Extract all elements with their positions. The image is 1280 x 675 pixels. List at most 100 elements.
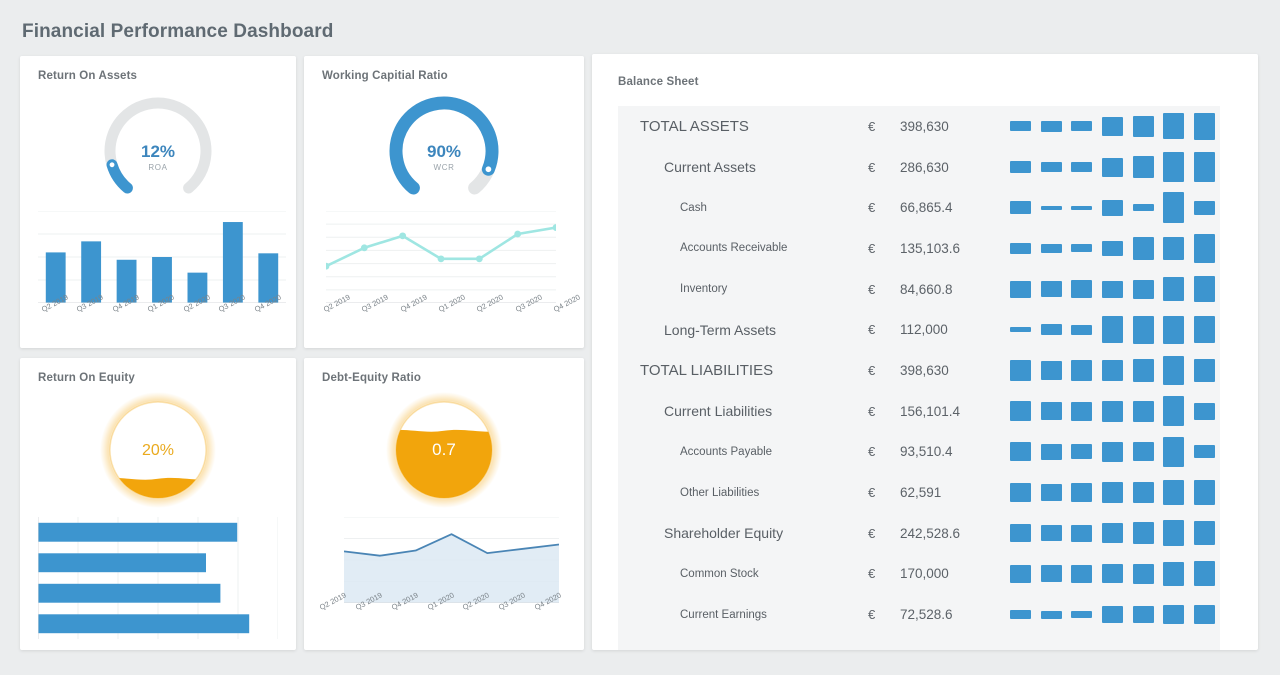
- balance-sheet-row[interactable]: Accounts Payable €93,510.4: [618, 432, 1220, 473]
- row-sparkline: [1010, 354, 1215, 386]
- sparkline-bar: [1132, 563, 1154, 585]
- hbar-chart-plot: [37, 517, 279, 644]
- sparkline-bar: [1040, 324, 1062, 336]
- balance-sheet-row-amount: 242,528.6: [900, 525, 961, 541]
- currency-symbol: €: [868, 444, 876, 460]
- sparkline-bar: [1071, 565, 1093, 583]
- sparkline-bar: [1101, 359, 1123, 382]
- sparkline-bar: [1010, 524, 1031, 543]
- sparkline-bar: [1163, 396, 1185, 427]
- sparkline-bar: [1101, 316, 1123, 344]
- sparkline-bar: [1071, 205, 1093, 210]
- currency-symbol: €: [868, 322, 876, 338]
- sparkline-bar: [1163, 605, 1185, 625]
- sparkline-bar: [1010, 201, 1031, 215]
- sparkline-bar: [1193, 233, 1215, 264]
- sparkline-bar: [1040, 610, 1062, 619]
- balance-sheet-row[interactable]: Accounts Receivable €135,103.6: [618, 228, 1220, 269]
- sparkline-bar: [1040, 401, 1062, 421]
- sparkline-bar: [1071, 161, 1093, 173]
- balance-sheet-row[interactable]: Inventory €84,660.8: [618, 269, 1220, 310]
- currency-symbol: €: [868, 566, 876, 582]
- balance-sheet-row[interactable]: Current Liabilities €156,101.4: [618, 391, 1220, 432]
- sparkline-bar: [1132, 522, 1154, 545]
- balance-sheet-row-label: Current Liabilities: [664, 403, 773, 420]
- sparkline-bar: [1071, 524, 1093, 542]
- sparkline-bar: [1040, 565, 1062, 583]
- currency-symbol: €: [868, 200, 876, 216]
- row-sparkline: [1010, 599, 1215, 631]
- row-sparkline: [1010, 151, 1215, 183]
- line-chart-plot: [322, 210, 560, 308]
- sparkline-bar: [1040, 120, 1062, 132]
- sparkline-bar: [1132, 204, 1154, 212]
- balance-sheet-row-amount: 135,103.6: [900, 240, 961, 256]
- sparkline-bar: [1010, 280, 1031, 298]
- balance-sheet-row-amount: 84,660.8: [900, 281, 953, 297]
- chart-wcr: Q2 2019 Q3 2019 Q4 2019 Q1 2020 Q2 2020 Q3 20…: [304, 208, 584, 348]
- balance-sheet-row[interactable]: Current Assets €286,630: [618, 147, 1220, 188]
- sparkline-bar: [1163, 519, 1185, 547]
- sparkline-bar: [1101, 441, 1123, 462]
- card-title-roa: Return On Assets: [38, 70, 138, 82]
- balance-sheet-row-amount: 62,591: [900, 485, 942, 501]
- sparkline-bar: [1163, 562, 1185, 586]
- balance-sheet-row[interactable]: Long-Term Assets €112,000: [618, 309, 1220, 350]
- chart-der: Q2 2019 Q3 2019 Q4 2019 Q1 2020 Q2 2020 Q3 20…: [304, 510, 584, 650]
- balance-sheet-row[interactable]: Common Stock €170,000: [618, 554, 1220, 595]
- sparkline-bar: [1163, 436, 1185, 468]
- balance-sheet-row[interactable]: Shareholder Equity €242,528.6: [618, 513, 1220, 554]
- currency-symbol: €: [868, 240, 876, 256]
- balance-sheet-row-label: Current Earnings: [680, 608, 767, 621]
- gauge-wcr-value: 90%: [426, 142, 462, 161]
- balance-sheet-row-label: Common Stock: [680, 567, 759, 580]
- sparkline-bar: [1010, 360, 1031, 381]
- balance-sheet-panel: Balance Sheet TOTAL ASSETS €398,630 Curren…: [592, 54, 1258, 650]
- balance-sheet-row[interactable]: Other Liabilities €62,591: [618, 472, 1220, 513]
- sparkline-bar: [1193, 316, 1215, 344]
- gauge-roa-value: 12%: [140, 142, 176, 161]
- card-title-der: Debt-Equity Ratio: [322, 372, 422, 384]
- row-sparkline: [1010, 517, 1215, 549]
- balance-sheet-row-label: TOTAL LIABILITIES: [640, 361, 774, 379]
- row-sparkline: [1010, 110, 1215, 142]
- sparkline-bar: [1132, 481, 1154, 504]
- x-axis-labels: Q2 2019 Q3 2019 Q4 2019 Q1 2020 Q2 2020 Q3 20…: [304, 590, 584, 638]
- dashboard-root: Financial Performance Dashboard Return O…: [0, 0, 1280, 675]
- balance-sheet-row[interactable]: TOTAL ASSETS €398,630: [618, 106, 1220, 147]
- currency-symbol: €: [868, 281, 876, 297]
- currency-symbol: €: [868, 525, 876, 541]
- card-return-on-assets[interactable]: Return On Assets 12% ROA Q2 2019 Q3 2019 Q…: [20, 56, 296, 348]
- balance-sheet-row-amount: 286,630: [900, 159, 949, 175]
- balance-sheet-row-amount: 170,000: [900, 566, 949, 582]
- balance-sheet-row-amount: 72,528.6: [900, 607, 953, 623]
- balance-sheet-row[interactable]: TOTAL LIABILITIES €398,630: [618, 350, 1220, 391]
- gauge-der-value: 0.7: [432, 440, 456, 459]
- sparkline-bar: [1010, 609, 1031, 620]
- balance-sheet-row[interactable]: Current Earnings €72,528.6: [618, 594, 1220, 635]
- gauge-roa-sublabel: ROA: [148, 163, 168, 172]
- sparkline-bar: [1101, 523, 1123, 544]
- balance-sheet-row[interactable]: Cash €66,865.4: [618, 187, 1220, 228]
- sparkline-bar: [1010, 483, 1031, 503]
- sparkline-bar: [1132, 358, 1154, 383]
- card-return-on-equity[interactable]: Return On Equity 20%: [20, 358, 296, 650]
- sparkline-bar: [1163, 113, 1185, 140]
- card-working-capital-ratio[interactable]: Working Capitial Ratio 90% WCR Q2 2019 Q3…: [304, 56, 584, 348]
- balance-sheet-table[interactable]: TOTAL ASSETS €398,630 Current Assets €286,6…: [618, 106, 1220, 650]
- sparkline-bar: [1193, 605, 1215, 624]
- sparkline-bar: [1010, 401, 1031, 422]
- sparkline-bar: [1040, 161, 1062, 173]
- sparkline-bar: [1193, 200, 1215, 215]
- balance-sheet-row-amount: 398,630: [900, 362, 949, 378]
- sparkline-bar: [1040, 360, 1062, 381]
- sparkline-bar: [1040, 484, 1062, 502]
- row-sparkline: [1010, 273, 1215, 305]
- card-debt-equity-ratio[interactable]: Debt-Equity Ratio 0.7 Q2 2019 Q3 2019 Q4 2…: [304, 358, 584, 650]
- sparkline-bar: [1193, 152, 1215, 182]
- sparkline-bar: [1101, 481, 1123, 504]
- sparkline-bar: [1101, 564, 1123, 584]
- row-sparkline: [1010, 314, 1215, 346]
- sparkline-bar: [1101, 199, 1123, 216]
- balance-sheet-row-amount: 66,865.4: [900, 200, 953, 216]
